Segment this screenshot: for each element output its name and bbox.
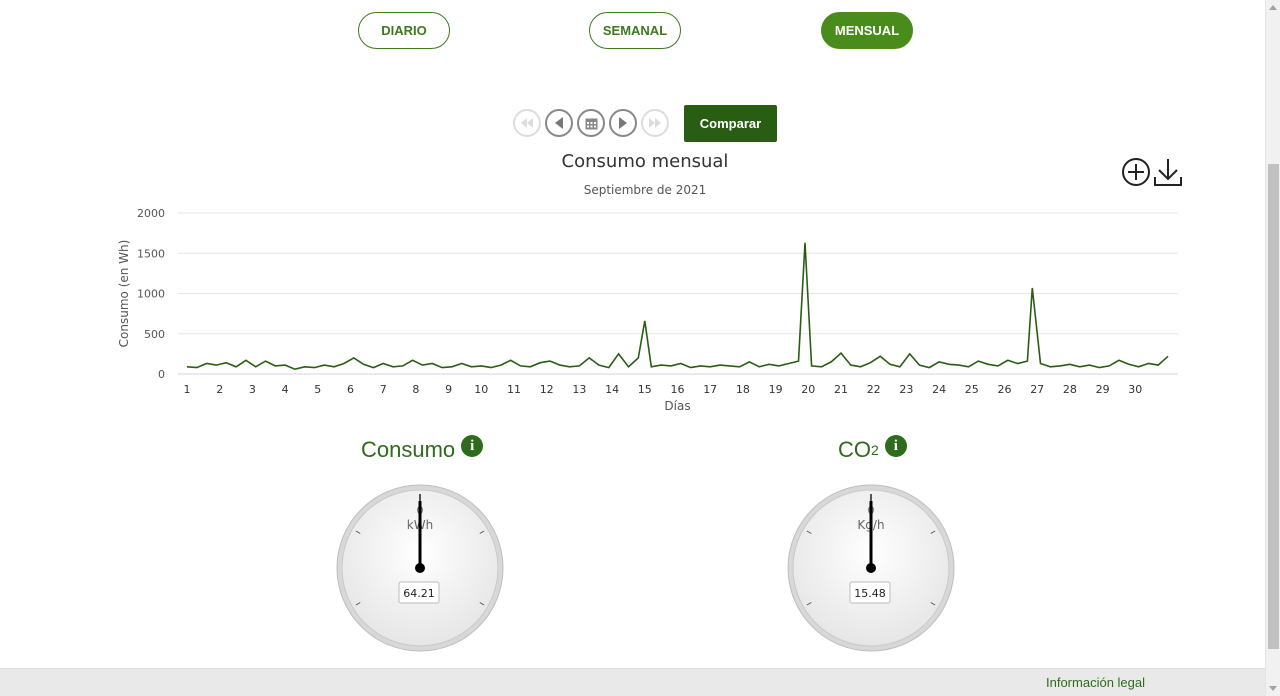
x-tick-label: 9 — [445, 383, 452, 396]
x-tick-label: 18 — [736, 383, 750, 396]
footer: Información legal — [0, 668, 1265, 696]
gauge-value: 15.48 — [854, 587, 886, 600]
co2-subscript: 2 — [871, 442, 879, 458]
x-tick-label: 14 — [605, 383, 619, 396]
x-tick-label: 12 — [540, 383, 554, 396]
info-icon[interactable]: i — [884, 435, 907, 457]
x-tick-label: 15 — [638, 383, 652, 396]
vertical-scrollbar[interactable] — [1265, 0, 1280, 696]
consumption-gauge-title: Consumo i — [361, 435, 484, 463]
x-tick-label: 28 — [1063, 383, 1077, 396]
chart-x-ticks: 1 2 3 4 5 6 7 8 9 10 11 12 13 14 15 16 17 18 19 20 21 22 23 24 2… — [184, 383, 1143, 396]
x-tick-label: 10 — [474, 383, 488, 396]
x-tick-label: 3 — [249, 383, 256, 396]
page: DIARIO SEMANAL MENSUAL Comparar Consumo … — [0, 0, 1265, 696]
y-tick-label: 1500 — [137, 247, 165, 260]
series-line — [186, 242, 1169, 371]
consumption-chart: 1 2 3 4 5 6 7 8 9 10 11 12 13 14 15 16 17 18 19 20 21 22 23 24 2… — [117, 207, 1178, 413]
x-tick-label: 1 — [184, 383, 191, 396]
x-tick-label: 7 — [380, 383, 387, 396]
x-tick-label: 5 — [314, 383, 321, 396]
x-tick-label: 24 — [932, 383, 946, 396]
x-tick-label: 13 — [572, 383, 586, 396]
x-tick-label: 23 — [899, 383, 913, 396]
x-tick-label: 25 — [965, 383, 979, 396]
gauge-pivot — [866, 563, 876, 573]
y-axis-label: Consumo (en Wh) — [117, 240, 131, 348]
x-axis-label: Días — [664, 399, 690, 413]
x-tick-label: 2 — [216, 383, 223, 396]
co2-title-text: CO — [838, 437, 871, 462]
chart-y-ticks: 0 500 1000 1500 2000 — [137, 207, 165, 381]
consumption-title-text: Consumo — [361, 437, 456, 462]
x-tick-label: 20 — [801, 383, 815, 396]
x-tick-label: 8 — [412, 383, 419, 396]
y-tick-label: 1000 — [137, 288, 165, 301]
co2-gauge-title: CO 2 i — [838, 435, 907, 463]
scroll-down-icon[interactable] — [1269, 686, 1277, 691]
x-tick-label: 11 — [507, 383, 521, 396]
x-tick-label: 19 — [769, 383, 783, 396]
x-tick-label: 4 — [282, 383, 289, 396]
legal-info-link[interactable]: Información legal — [1046, 675, 1145, 690]
x-tick-label: 16 — [671, 383, 685, 396]
gauge-value: 64.21 — [403, 587, 435, 600]
y-tick-label: 2000 — [137, 207, 165, 220]
x-tick-label: 21 — [834, 383, 848, 396]
y-tick-label: 500 — [144, 328, 165, 341]
scroll-thumb[interactable] — [1268, 164, 1279, 649]
x-tick-label: 6 — [347, 383, 354, 396]
x-tick-label: 30 — [1128, 383, 1142, 396]
x-tick-label: 26 — [998, 383, 1012, 396]
scroll-up-icon[interactable] — [1269, 5, 1277, 10]
co2-gauge: 0Kg/h15.48 — [787, 484, 955, 652]
x-tick-label: 29 — [1096, 383, 1110, 396]
x-tick-label: 27 — [1030, 383, 1044, 396]
x-tick-label: 22 — [867, 383, 881, 396]
gauge-pivot — [415, 563, 425, 573]
x-tick-label: 17 — [703, 383, 717, 396]
y-tick-label: 0 — [158, 368, 165, 381]
info-icon[interactable]: i — [461, 435, 484, 457]
consumption-gauge: 0kWh64.21 — [336, 484, 504, 652]
